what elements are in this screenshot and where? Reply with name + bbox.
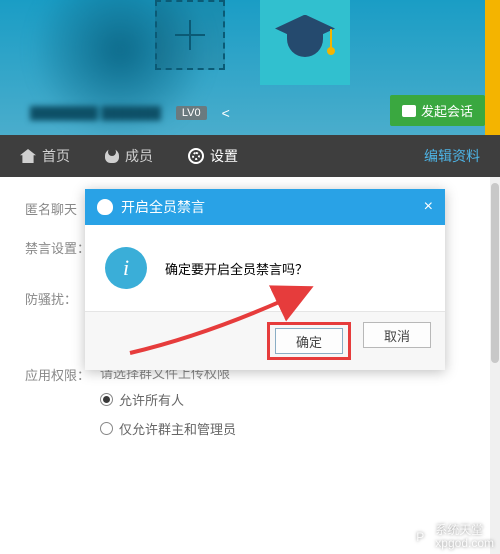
group-avatar[interactable]	[260, 0, 350, 85]
only-admin-label: 仅允许群主和管理员	[119, 419, 236, 438]
dialog-cancel-button[interactable]: 取消	[363, 322, 431, 348]
nav-settings-label: 设置	[210, 146, 238, 166]
graduation-cap-icon	[275, 23, 335, 63]
chat-bubble-icon	[402, 105, 416, 117]
info-icon: i	[105, 247, 147, 289]
group-name-blurred: ████████ ███████	[30, 106, 161, 120]
ok-button-highlight: 确定	[267, 322, 351, 360]
profile-header: ████████ ███████ LV0 < 发起会话	[0, 0, 500, 135]
start-chat-label: 发起会话	[421, 101, 473, 120]
decorative-strip	[485, 0, 500, 135]
members-icon	[105, 149, 119, 163]
allow-all-radio[interactable]	[100, 393, 113, 406]
main-nav: 首页 成员 设置 编辑资料	[0, 135, 500, 177]
dialog-ok-button[interactable]: 确定	[275, 328, 343, 354]
watermark-line1: 系统天堂	[435, 524, 494, 537]
allow-all-label: 允许所有人	[119, 390, 184, 409]
watermark: P 系统天堂 xpgod.com	[409, 524, 494, 550]
start-chat-button[interactable]: 发起会话	[390, 95, 485, 126]
gear-icon	[188, 148, 204, 164]
scrollbar-thumb[interactable]	[491, 183, 499, 363]
nav-members[interactable]: 成员	[105, 146, 153, 166]
watermark-line2: xpgod.com	[435, 537, 494, 550]
dialog-title-text: 开启全员禁言	[121, 197, 205, 217]
nav-settings[interactable]: 设置	[188, 146, 238, 166]
edit-profile-link[interactable]: 编辑资料	[424, 146, 480, 166]
level-badge: LV0	[176, 106, 207, 120]
dialog-message: 确定要开启全员禁言吗？	[165, 259, 308, 278]
add-cover-button[interactable]	[155, 0, 225, 70]
only-admin-radio[interactable]	[100, 422, 113, 435]
dialog-titlebar: 开启全员禁言 ×	[85, 189, 445, 225]
share-icon[interactable]: <	[222, 105, 230, 121]
nav-home[interactable]: 首页	[20, 146, 70, 166]
vertical-scrollbar[interactable]	[490, 177, 500, 554]
watermark-logo-icon: P	[409, 526, 431, 548]
nav-home-label: 首页	[42, 146, 70, 166]
nav-members-label: 成员	[125, 146, 153, 166]
dialog-close-button[interactable]: ×	[424, 198, 433, 216]
home-icon	[20, 149, 36, 163]
confirm-dialog: 开启全员禁言 × i 确定要开启全员禁言吗？ 确定 取消	[85, 189, 445, 370]
qq-penguin-icon	[97, 199, 113, 215]
